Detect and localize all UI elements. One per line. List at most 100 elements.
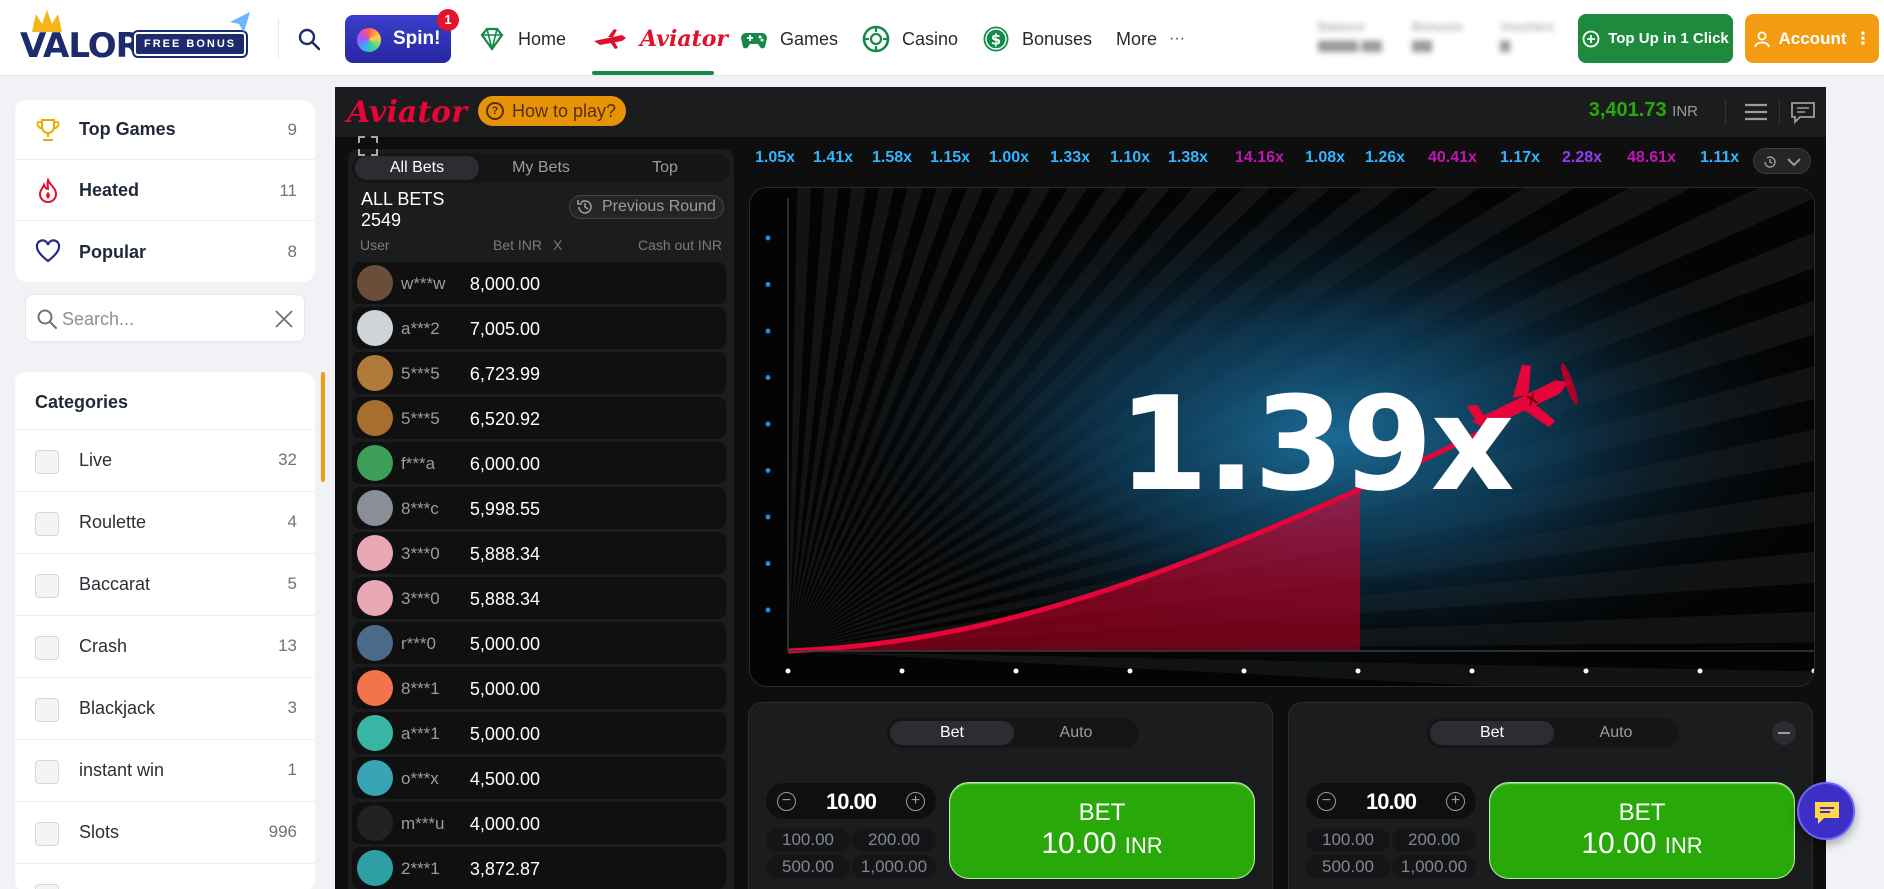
history-toggle-button[interactable] — [1753, 148, 1811, 174]
category-roulette[interactable]: Roulette 4 — [15, 491, 315, 553]
scrollbar-thumb[interactable] — [321, 372, 325, 482]
quick-amount-chip[interactable]: 500.00 — [1306, 855, 1390, 879]
nav-bonuses[interactable]: $ Bonuses — [982, 22, 1092, 56]
sidebar-item-count: 8 — [287, 242, 297, 261]
remove-panel-button[interactable] — [1772, 721, 1796, 745]
bets-panel: All Bets My Bets Top ALL BETS 2549 Previ… — [348, 149, 734, 889]
sidebar-item-top-games[interactable]: Top Games 9 — [15, 100, 315, 160]
tab-bet[interactable]: Bet — [890, 721, 1014, 745]
nav-home[interactable]: Home — [478, 22, 566, 56]
decrease-button[interactable]: − — [1317, 792, 1336, 811]
category-blackjack[interactable]: Blackjack 3 — [15, 677, 315, 739]
sidebar-item-popular[interactable]: Popular 8 — [15, 222, 315, 282]
bet-amount: 8,000.00 — [469, 274, 540, 294]
bet-row: m***u 4,000.00 — [352, 802, 726, 844]
category-checkbox[interactable] — [35, 450, 59, 474]
tab-top[interactable]: Top — [603, 156, 727, 180]
balance-currency: INR — [1672, 103, 1698, 120]
category-checkbox[interactable] — [35, 884, 59, 889]
place-bet-button[interactable]: BET 10.00 INR — [949, 782, 1255, 879]
tab-bet[interactable]: Bet — [1430, 721, 1554, 745]
quick-amount-chip[interactable]: 200.00 — [1392, 828, 1476, 852]
top-up-button[interactable]: Top Up in 1 Click — [1578, 14, 1733, 63]
history-multiplier: 40.41x — [1428, 149, 1477, 166]
quick-amount-chip[interactable]: 100.00 — [1306, 828, 1390, 852]
vouchers-blurred[interactable]: Vouchers ▆ — [1500, 18, 1566, 60]
bet-amount: 3,872.87 — [469, 859, 540, 879]
hamburger-menu-icon[interactable] — [1744, 101, 1768, 123]
fullscreen-icon[interactable] — [357, 135, 379, 157]
support-chat-button[interactable] — [1797, 782, 1855, 840]
bet-user: 2***1 — [401, 859, 440, 878]
clear-icon[interactable] — [272, 307, 296, 331]
tab-my-bets[interactable]: My Bets — [479, 156, 603, 180]
category-instant-win[interactable]: instant win 1 — [15, 739, 315, 801]
place-bet-button[interactable]: BET 10.00 INR — [1489, 782, 1795, 879]
increase-button[interactable]: + — [1446, 792, 1465, 811]
bonuses-blurred[interactable]: Bonuses ▆▆ — [1412, 18, 1478, 60]
account-button[interactable]: Account ⋮ — [1745, 14, 1879, 63]
category-slots[interactable]: Slots 996 — [15, 801, 315, 863]
history-multiplier: 14.16x — [1235, 149, 1284, 166]
y-dot — [765, 235, 771, 241]
nav-more[interactable]: More ··· — [1116, 22, 1185, 56]
bet-amount-input[interactable]: 10.00 — [808, 789, 894, 815]
bet-amount-input[interactable]: 10.00 — [1348, 789, 1434, 815]
category-checkbox[interactable] — [35, 512, 59, 536]
history-multiplier: 1.17x — [1500, 149, 1541, 166]
game-search-input[interactable] — [62, 307, 262, 331]
previous-round-button[interactable]: Previous Round — [569, 195, 724, 219]
tab-auto[interactable]: Auto — [1014, 721, 1138, 745]
y-dot — [765, 514, 771, 520]
nav-home-label: Home — [518, 28, 567, 49]
category-checkbox[interactable] — [35, 760, 59, 784]
how-to-play-button[interactable]: ? How to play? — [478, 96, 626, 126]
quick-amount-chip[interactable]: 1,000.00 — [1392, 855, 1476, 879]
spin-button[interactable]: Spin! — [345, 15, 451, 63]
sidebar-item-heated[interactable]: Heated 11 — [15, 161, 315, 221]
category-baccarat[interactable]: Baccarat 5 — [15, 553, 315, 615]
history-multiplier: 1.41x — [813, 149, 854, 166]
quick-amount-chip[interactable]: 100.00 — [766, 828, 850, 852]
bet-button-amount: 10.00 — [1041, 827, 1117, 860]
spin-notification-badge: 1 — [437, 9, 459, 31]
quick-amount-chip[interactable]: 1,000.00 — [852, 855, 936, 879]
current-multiplier: 1.39x — [1118, 368, 1515, 520]
quick-amount-chip[interactable]: 200.00 — [852, 828, 936, 852]
nav-bonuses-label: Bonuses — [1022, 28, 1093, 49]
category-more[interactable] — [15, 863, 315, 889]
history-multiplier: 1.26x — [1365, 149, 1406, 166]
user-avatar — [357, 715, 393, 751]
nav-casino[interactable]: Casino — [862, 22, 958, 56]
sidebar-item-label: Popular — [79, 241, 147, 262]
category-crash[interactable]: Crash 13 — [15, 615, 315, 677]
search-icon[interactable] — [296, 26, 322, 52]
x-dot — [1355, 668, 1361, 674]
bet-mode-tabs: Bet Auto — [1427, 718, 1679, 748]
category-checkbox[interactable] — [35, 574, 59, 598]
quick-amount-chip[interactable]: 500.00 — [766, 855, 850, 879]
plus-circle-icon — [1582, 30, 1600, 47]
user-avatar — [357, 535, 393, 571]
sidebar-item-label: Heated — [79, 180, 140, 200]
nav-aviator[interactable]: Aviator — [592, 22, 728, 56]
category-checkbox[interactable] — [35, 822, 59, 846]
categories-card: Categories Live 32 Roulette 4 Baccarat 5 Cr… — [15, 372, 315, 889]
increase-button[interactable]: + — [906, 792, 925, 811]
chat-icon[interactable] — [1790, 100, 1816, 124]
bet-amount: 5,000.00 — [469, 724, 540, 744]
category-count: 5 — [287, 574, 297, 593]
nav-games[interactable]: Games — [740, 22, 838, 56]
balance-blurred[interactable]: Balance ▆▆▆▆.▆▆ — [1318, 18, 1384, 60]
tab-all-bets[interactable]: All Bets — [355, 156, 479, 180]
category-checkbox[interactable] — [35, 636, 59, 660]
bet-user: a***1 — [401, 724, 440, 743]
all-bets-count: 2549 — [361, 210, 402, 230]
category-checkbox[interactable] — [35, 698, 59, 722]
decrease-button[interactable]: − — [777, 792, 796, 811]
tab-auto[interactable]: Auto — [1554, 721, 1678, 745]
category-live[interactable]: Live 32 — [15, 429, 315, 491]
bet-row: 8***1 5,000.00 — [352, 667, 726, 709]
chat-bubble-icon — [1815, 802, 1839, 824]
valor-logo[interactable]: VALOR FREE BONUS — [18, 8, 254, 70]
